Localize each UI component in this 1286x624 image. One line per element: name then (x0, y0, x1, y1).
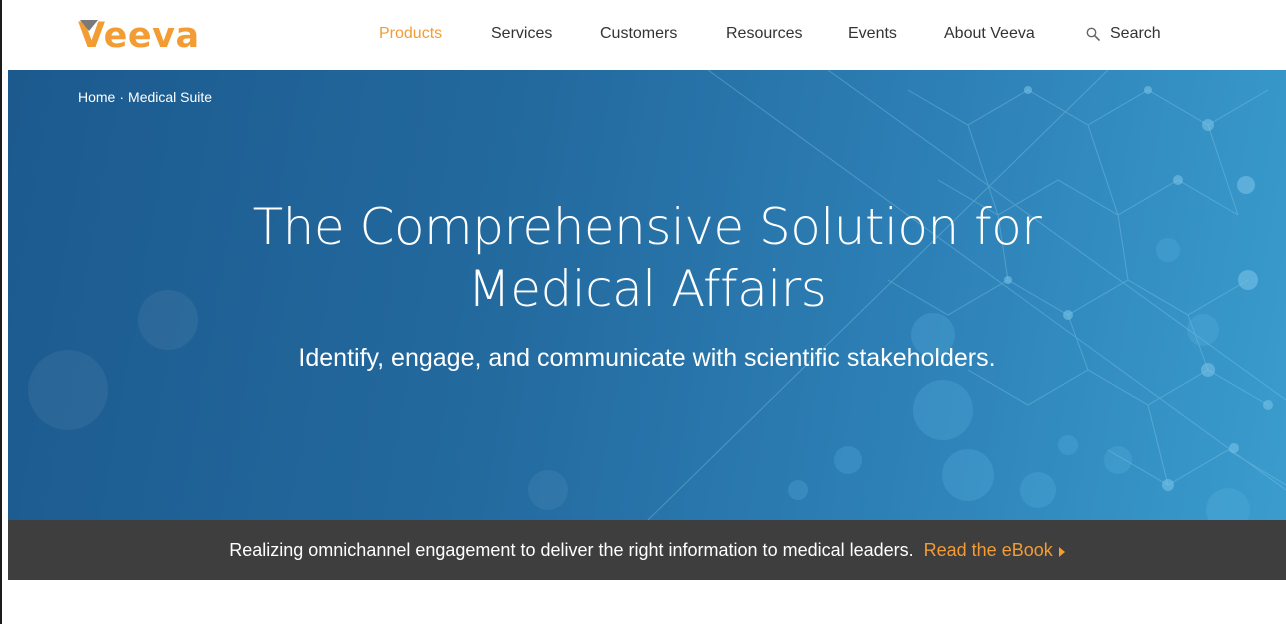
hero-title-line1: The Comprehensive Solution for (252, 198, 1042, 256)
nav-item-customers[interactable]: Customers (600, 25, 677, 43)
nav-item-events[interactable]: Events (848, 25, 897, 43)
site-header: Veeva Products Services Customers Resour… (8, 0, 1286, 70)
search-button[interactable]: Search (1086, 25, 1161, 43)
hero-title-line2: Medical Affairs (467, 260, 827, 318)
hero-title: The Comprehensive Solution for Medical A… (8, 196, 1286, 320)
hero-subtitle: Identify, engage, and communicate with s… (298, 344, 996, 372)
breadcrumb-home[interactable]: Home (78, 89, 115, 105)
read-ebook-label: Read the eBook (923, 539, 1053, 560)
promo-bar: Realizing omnichannel engagement to deli… (8, 520, 1286, 580)
promo-text: Realizing omnichannel engagement to deli… (229, 539, 914, 560)
breadcrumb-separator: · (119, 89, 125, 105)
nav-item-about-veeva[interactable]: About Veeva (944, 25, 1035, 43)
breadcrumb-current[interactable]: Medical Suite (128, 89, 212, 105)
main-nav: Products Services Customers Resources Ev… (8, 0, 1286, 70)
nav-item-resources[interactable]: Resources (726, 25, 802, 43)
search-label: Search (1110, 25, 1161, 42)
search-icon (1086, 27, 1100, 41)
caret-right-icon (1058, 546, 1065, 557)
nav-item-services[interactable]: Services (491, 25, 552, 43)
hero-banner: Home · Medical Suite The Comprehensive S… (8, 70, 1286, 520)
breadcrumb: Home · Medical Suite (78, 89, 212, 105)
window-left-edge (0, 0, 8, 624)
nav-item-products[interactable]: Products (379, 25, 442, 43)
read-ebook-link[interactable]: Read the eBook (924, 540, 1065, 561)
